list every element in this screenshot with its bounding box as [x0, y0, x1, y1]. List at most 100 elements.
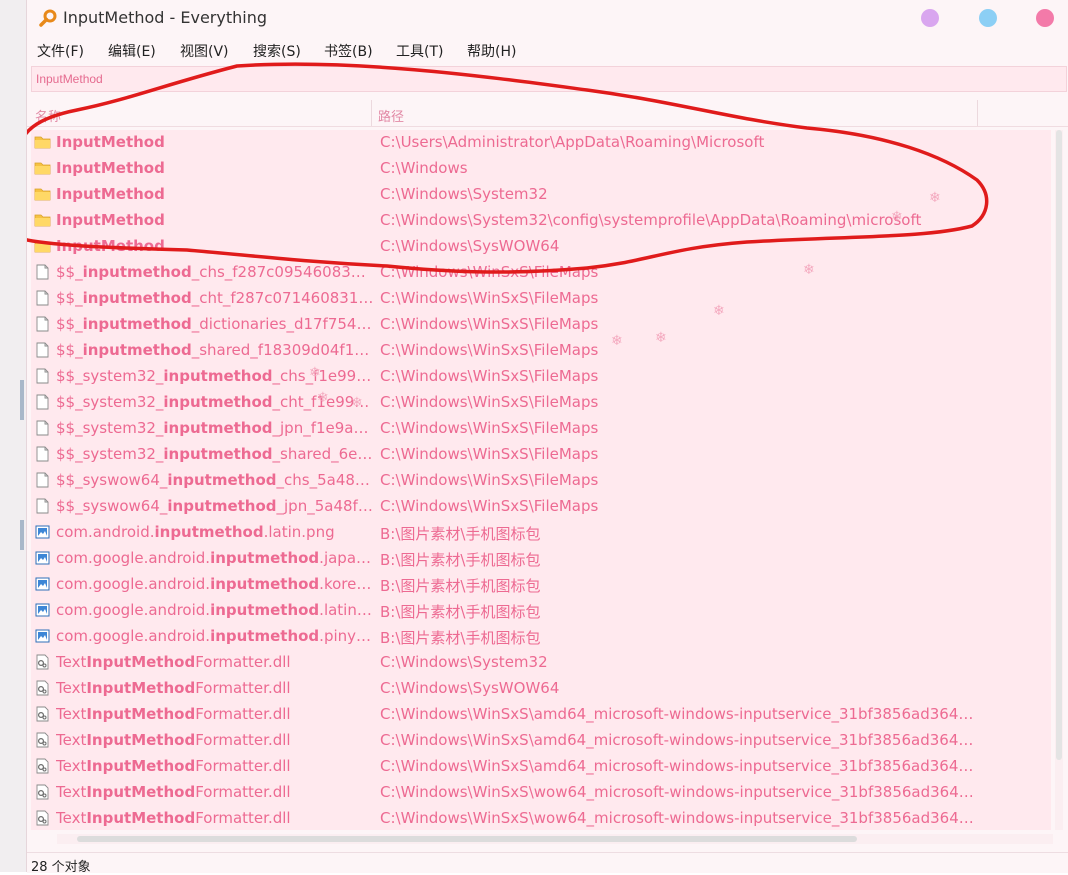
result-name: $$_syswow64_inputmethod_chs_5a48e6...: [56, 471, 374, 489]
column-divider[interactable]: [371, 100, 372, 126]
minimize-button[interactable]: [921, 9, 939, 27]
dll-file-icon: [36, 758, 49, 774]
match-highlight: InputMethod: [86, 783, 196, 801]
result-row[interactable]: TextInputMethodFormatter.dll C:\Windows\W…: [31, 728, 1051, 754]
result-row[interactable]: $$_inputmethod_dictionaries_d17f754f5...…: [31, 312, 1051, 338]
menu-bookmarks[interactable]: 书签(B): [324, 41, 373, 61]
horizontal-scrollbar[interactable]: [57, 834, 1053, 844]
file-icon: [36, 316, 49, 332]
result-path: C:\Windows\SysWOW64: [380, 237, 560, 255]
close-button[interactable]: [1036, 9, 1054, 27]
name-segment: $$_system32_: [56, 367, 164, 385]
column-header-name[interactable]: 名称: [35, 106, 61, 125]
result-row[interactable]: InputMethod C:\Windows\System32: [31, 182, 1051, 208]
image-file-icon: [35, 525, 50, 539]
result-name: $$_inputmethod_dictionaries_d17f754f5...: [56, 315, 374, 333]
result-name: TextInputMethodFormatter.dll: [56, 705, 374, 723]
result-row[interactable]: $$_inputmethod_cht_f287c0714608313... C:\…: [31, 286, 1051, 312]
result-row[interactable]: com.google.android.inputmethod.latin.p..…: [31, 598, 1051, 624]
folder-icon: [34, 240, 51, 253]
folder-icon: [34, 136, 51, 149]
dll-file-icon: [36, 732, 49, 748]
result-row[interactable]: com.google.android.inputmethod.pinyin...…: [31, 624, 1051, 650]
result-path: C:\Windows\WinSxS\FileMaps: [380, 341, 599, 359]
match-highlight: inputmethod: [82, 315, 192, 333]
result-name: $$_system32_inputmethod_shared_6eb...: [56, 445, 374, 463]
name-segment: com.google.android.: [56, 627, 211, 645]
result-row[interactable]: $$_system32_inputmethod_jpn_f1e9ab3... C:…: [31, 416, 1051, 442]
match-highlight: InputMethod: [86, 757, 196, 775]
image-file-icon: [35, 603, 50, 617]
maximize-button[interactable]: [979, 9, 997, 27]
result-name: TextInputMethodFormatter.dll: [56, 731, 374, 749]
result-name: TextInputMethodFormatter.dll: [56, 783, 374, 801]
name-segment: $$_: [56, 289, 83, 307]
result-row[interactable]: $$_inputmethod_chs_f287c095460830e... C:\…: [31, 260, 1051, 286]
result-row[interactable]: $$_system32_inputmethod_chs_f1e99f1... C:…: [31, 364, 1051, 390]
name-segment: Formatter.dll: [195, 783, 291, 801]
menu-search[interactable]: 搜索(S): [253, 41, 301, 61]
name-segment: Text: [56, 757, 87, 775]
match-highlight: inputmethod: [163, 445, 273, 463]
result-row[interactable]: com.google.android.inputmethod.japan... B…: [31, 546, 1051, 572]
name-segment: _cht_f287c0714608313...: [191, 289, 374, 307]
status-bar: 28 个对象: [27, 852, 1068, 875]
name-segment: _jpn_f1e9ab3...: [272, 419, 374, 437]
file-icon: [36, 498, 49, 514]
result-row[interactable]: $$_inputmethod_shared_f18309d04f194... C:…: [31, 338, 1051, 364]
menu-edit[interactable]: 编辑(E): [108, 41, 156, 61]
menu-file[interactable]: 文件(F): [37, 41, 84, 61]
match-highlight: inputmethod: [163, 393, 273, 411]
result-name: $$_system32_inputmethod_jpn_f1e9ab3...: [56, 419, 374, 437]
window-title: InputMethod - Everything: [63, 8, 268, 27]
result-path: C:\Windows\System32: [380, 185, 548, 203]
file-icon: [36, 290, 49, 306]
result-row[interactable]: InputMethod C:\Users\Administrator\AppDat…: [31, 130, 1051, 156]
name-segment: _shared_6eb...: [272, 445, 374, 463]
vertical-scroll-thumb[interactable]: [1056, 130, 1062, 760]
result-row[interactable]: TextInputMethodFormatter.dll C:\Windows\W…: [31, 702, 1051, 728]
image-file-icon: [35, 577, 50, 591]
result-row[interactable]: $$_syswow64_inputmethod_chs_5a48e6... C:\…: [31, 468, 1051, 494]
column-divider[interactable]: [977, 100, 978, 126]
match-highlight: InputMethod: [86, 731, 196, 749]
result-row[interactable]: TextInputMethodFormatter.dll C:\Windows\W…: [31, 780, 1051, 806]
name-segment: Text: [56, 809, 87, 827]
result-row[interactable]: TextInputMethodFormatter.dll C:\Windows\W…: [31, 754, 1051, 780]
menu-view[interactable]: 视图(V): [180, 41, 229, 61]
result-row[interactable]: $$_system32_inputmethod_shared_6eb... C:\…: [31, 442, 1051, 468]
menu-help[interactable]: 帮助(H): [467, 41, 516, 61]
menu-tools[interactable]: 工具(T): [396, 41, 443, 61]
vertical-scrollbar[interactable]: [1055, 130, 1063, 830]
result-path: C:\Windows\WinSxS\wow64_microsoft-window…: [380, 783, 980, 801]
result-row[interactable]: com.google.android.inputmethod.korea... B…: [31, 572, 1051, 598]
result-row[interactable]: TextInputMethodFormatter.dll C:\Windows\W…: [31, 806, 1051, 830]
column-header-path[interactable]: 路径: [378, 106, 404, 125]
result-row[interactable]: $$_system32_inputmethod_cht_f1e99f1... C:…: [31, 390, 1051, 416]
search-input[interactable]: [36, 70, 1036, 88]
name-segment: Formatter.dll: [195, 653, 291, 671]
file-icon: [36, 472, 49, 488]
match-highlight: inputmethod: [154, 523, 264, 541]
result-row[interactable]: InputMethod C:\Windows\System32\config\sy…: [31, 208, 1051, 234]
result-path: C:\Windows\WinSxS\FileMaps: [380, 393, 599, 411]
name-segment: Text: [56, 653, 87, 671]
name-segment: Text: [56, 731, 87, 749]
name-segment: _chs_f1e99f1...: [272, 367, 374, 385]
result-row[interactable]: InputMethod C:\Windows\SysWOW64: [31, 234, 1051, 260]
name-segment: Formatter.dll: [195, 679, 291, 697]
desktop-edge-mark: [20, 380, 24, 420]
result-row[interactable]: TextInputMethodFormatter.dll C:\Windows\S…: [31, 676, 1051, 702]
match-highlight: inputmethod: [82, 289, 192, 307]
name-segment: Formatter.dll: [195, 705, 291, 723]
name-segment: _shared_f18309d04f194...: [191, 341, 374, 359]
result-row[interactable]: TextInputMethodFormatter.dll C:\Windows\S…: [31, 650, 1051, 676]
result-row[interactable]: com.android.inputmethod.latin.png B:\图片素材…: [31, 520, 1051, 546]
horizontal-scroll-thumb[interactable]: [77, 836, 857, 842]
result-row[interactable]: $$_syswow64_inputmethod_jpn_5a48f2... C:\…: [31, 494, 1051, 520]
name-segment: $$_system32_: [56, 445, 164, 463]
search-box: [31, 66, 1067, 92]
result-row[interactable]: InputMethod C:\Windows: [31, 156, 1051, 182]
result-path: C:\Windows\SysWOW64: [380, 679, 560, 697]
result-path: C:\Windows\WinSxS\amd64_microsoft-window…: [380, 705, 980, 723]
